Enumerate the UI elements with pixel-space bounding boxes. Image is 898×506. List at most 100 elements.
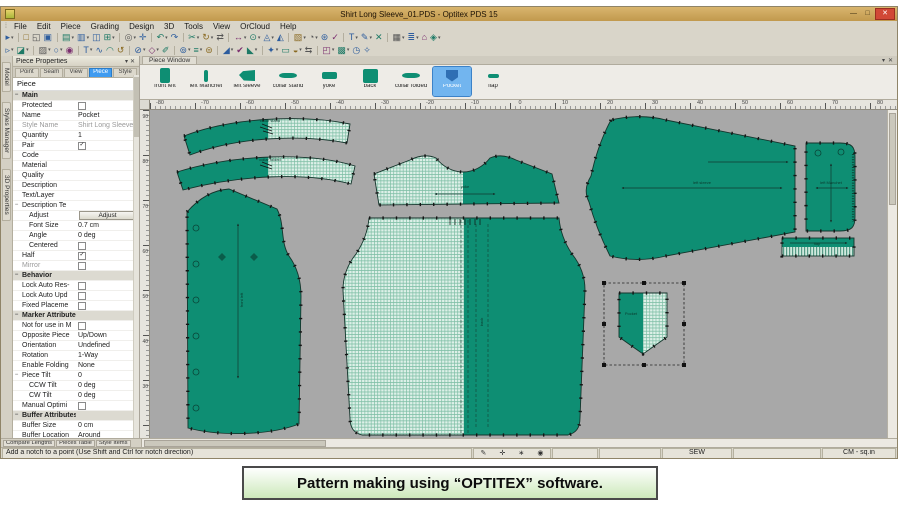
collapse-icon[interactable]: − <box>13 372 20 379</box>
piece-pocket-selected[interactable]: Pocket <box>602 281 686 367</box>
piece-back[interactable]: back <box>341 216 587 437</box>
bar-tool-icon[interactable]: ▭ <box>280 45 292 56</box>
menu-file[interactable]: File <box>9 22 32 31</box>
minimize-button[interactable]: — <box>847 9 860 19</box>
dropdown-arrow-icon[interactable]: ▾ <box>276 47 279 53</box>
piece-thumb-front-left[interactable]: front left <box>146 67 184 96</box>
property-row-pair[interactable]: Pair ✓ <box>13 141 139 151</box>
dropdown-arrow-icon[interactable]: ▾ <box>255 47 258 53</box>
property-row-description-te[interactable]: − Description Te <box>13 201 139 211</box>
property-value[interactable]: 0 deg <box>76 391 139 400</box>
close-button[interactable]: ✕ <box>875 8 895 20</box>
properties-scrollbar[interactable] <box>133 75 139 438</box>
point-tool-icon[interactable]: ◉ <box>64 45 75 56</box>
canvas-vertical-scrollbar[interactable] <box>887 110 897 438</box>
properties-tab-seam[interactable]: Seam <box>39 68 64 77</box>
clock-icon[interactable]: ◷ <box>351 45 362 56</box>
dock-tab-3d-properties[interactable]: 3D Properties <box>2 168 11 221</box>
checkbox[interactable]: ✓ <box>78 141 86 150</box>
cut-piece-icon[interactable]: ✂ ▾ <box>187 32 201 43</box>
property-row-quantity[interactable]: Quantity 1 <box>13 131 139 141</box>
property-row-material[interactable]: Material <box>13 161 139 171</box>
dropdown-arrow-icon[interactable]: ▾ <box>438 35 441 41</box>
property-row-style-name[interactable]: Style Name Shirt Long Sleeve <box>13 121 139 131</box>
dropdown-arrow-icon[interactable]: ▾ <box>369 35 372 41</box>
pencil-icon[interactable]: ✐ <box>160 45 171 56</box>
dropdown-arrow-icon[interactable]: ▾ <box>315 35 318 41</box>
checkbox[interactable] <box>78 241 86 250</box>
piece-thumb-left-manchet[interactable]: left Manchet <box>187 67 225 96</box>
save-file-icon[interactable]: ▣ <box>42 32 54 43</box>
dropdown-arrow-icon[interactable]: ▾ <box>11 47 14 53</box>
dropdown-arrow-icon[interactable]: ▾ <box>402 35 405 41</box>
collapse-icon[interactable]: − <box>13 92 20 99</box>
cross-snap-icon[interactable]: ✛ <box>499 450 505 458</box>
dock-tab-styles-manager[interactable]: Styles Manager <box>2 101 11 159</box>
collapse-icon[interactable]: − <box>13 312 20 319</box>
property-row-quality[interactable]: Quality <box>13 171 139 181</box>
dropdown-arrow-icon[interactable]: ▾ <box>200 47 203 53</box>
property-row-ccw-tilt[interactable]: CCW Tilt 0 deg <box>13 381 139 391</box>
piece-thumb-yoke[interactable]: yoke <box>310 67 348 96</box>
piece-thumb-left-sleeve[interactable]: left sleeve <box>228 67 266 96</box>
maximize-button[interactable]: □ <box>861 9 874 19</box>
menu-edit[interactable]: Edit <box>32 22 56 31</box>
undo-icon[interactable]: ↶ ▾ <box>155 32 169 43</box>
add-dart-icon[interactable]: ◭ <box>275 32 285 43</box>
checkbox[interactable] <box>78 101 86 110</box>
pin-icon[interactable]: ▾ <box>882 57 885 64</box>
piece-yoke[interactable]: yoke <box>372 154 562 207</box>
rotate-ccw-icon[interactable]: ↺ <box>115 45 126 56</box>
checkbox[interactable] <box>78 321 86 330</box>
property-value[interactable]: None <box>76 361 139 370</box>
add-notch-icon[interactable]: ◬ ▾ <box>262 32 275 43</box>
redo-icon[interactable]: ↷ <box>169 32 180 43</box>
property-row-manual-optimi[interactable]: Manual Optimi <box>13 401 139 411</box>
select-alt-icon[interactable]: ▹ ▾ <box>4 45 15 56</box>
dropdown-arrow-icon[interactable]: ▾ <box>347 47 350 53</box>
property-row-text-layer[interactable]: Text/Layer <box>13 191 139 201</box>
piece-thumb-pocket[interactable]: Pocket <box>432 66 472 97</box>
property-row-font-size[interactable]: Font Size 0.7 cm <box>13 221 139 231</box>
property-row-cw-tilt[interactable]: CW Tilt 0 deg <box>13 391 139 401</box>
zoom-icon[interactable]: ◎ ▾ <box>123 32 137 43</box>
property-value[interactable]: 0 <box>76 371 139 380</box>
rotate-piece-icon[interactable]: ↻ ▾ <box>201 32 215 43</box>
piece-thumb-collar-stand[interactable]: collar stand <box>269 67 307 96</box>
dropdown-arrow-icon[interactable]: ▾ <box>355 35 358 41</box>
property-row-piece-tilt[interactable]: − Piece Tilt 0 <box>13 371 139 381</box>
piece-collar-stand[interactable]: collar stand <box>182 117 352 158</box>
half-piece-icon[interactable]: ◪ ▾ <box>15 45 30 56</box>
piece-thumb-flap[interactable]: flap <box>474 67 512 96</box>
properties-tab-view[interactable]: View <box>64 68 88 77</box>
distribute-icon[interactable]: ⊜ <box>204 45 215 56</box>
checkbox[interactable]: ✓ <box>78 251 86 260</box>
dropdown-arrow-icon[interactable]: ▾ <box>90 47 93 53</box>
menu-design[interactable]: Design <box>124 22 159 31</box>
menu-3d[interactable]: 3D <box>159 22 179 31</box>
property-row-centered[interactable]: Centered <box>13 241 139 251</box>
dropdown-arrow-icon[interactable]: ▾ <box>165 35 168 41</box>
point-snap-icon[interactable]: ◉ <box>537 450 543 458</box>
property-value[interactable]: Up/Down <box>76 331 139 340</box>
adjust-button[interactable]: Adjust <box>79 211 136 220</box>
dropdown-arrow-icon[interactable]: ▾ <box>299 47 302 53</box>
circle-tool-icon[interactable]: ○ ▾ <box>52 45 64 56</box>
property-value[interactable]: 1-Way <box>76 351 139 360</box>
menu-orcloud[interactable]: OrCloud <box>235 22 275 31</box>
dropdown-arrow-icon[interactable]: ▾ <box>197 35 200 41</box>
property-row-protected[interactable]: Protected <box>13 101 139 111</box>
checkbox[interactable] <box>78 281 86 290</box>
property-row-code[interactable]: Code <box>13 151 139 161</box>
dropdown-arrow-icon[interactable]: ▾ <box>244 35 247 41</box>
arc-tool-icon[interactable]: ◠ <box>104 45 115 56</box>
property-value[interactable]: 0 cm <box>76 421 139 430</box>
export-icon[interactable]: ⊞ ▾ <box>102 32 116 43</box>
open-file-icon[interactable]: ◱ <box>30 32 42 43</box>
dropdown-arrow-icon[interactable]: ▾ <box>332 47 335 53</box>
hatch-icon[interactable]: ▩ ▾ <box>336 45 351 56</box>
property-row-angle[interactable]: Angle 0 deg <box>13 231 139 241</box>
spark-icon[interactable]: ✧ <box>362 45 373 56</box>
checkbox[interactable] <box>78 261 86 270</box>
piece-front-left[interactable]: front left <box>185 187 303 436</box>
